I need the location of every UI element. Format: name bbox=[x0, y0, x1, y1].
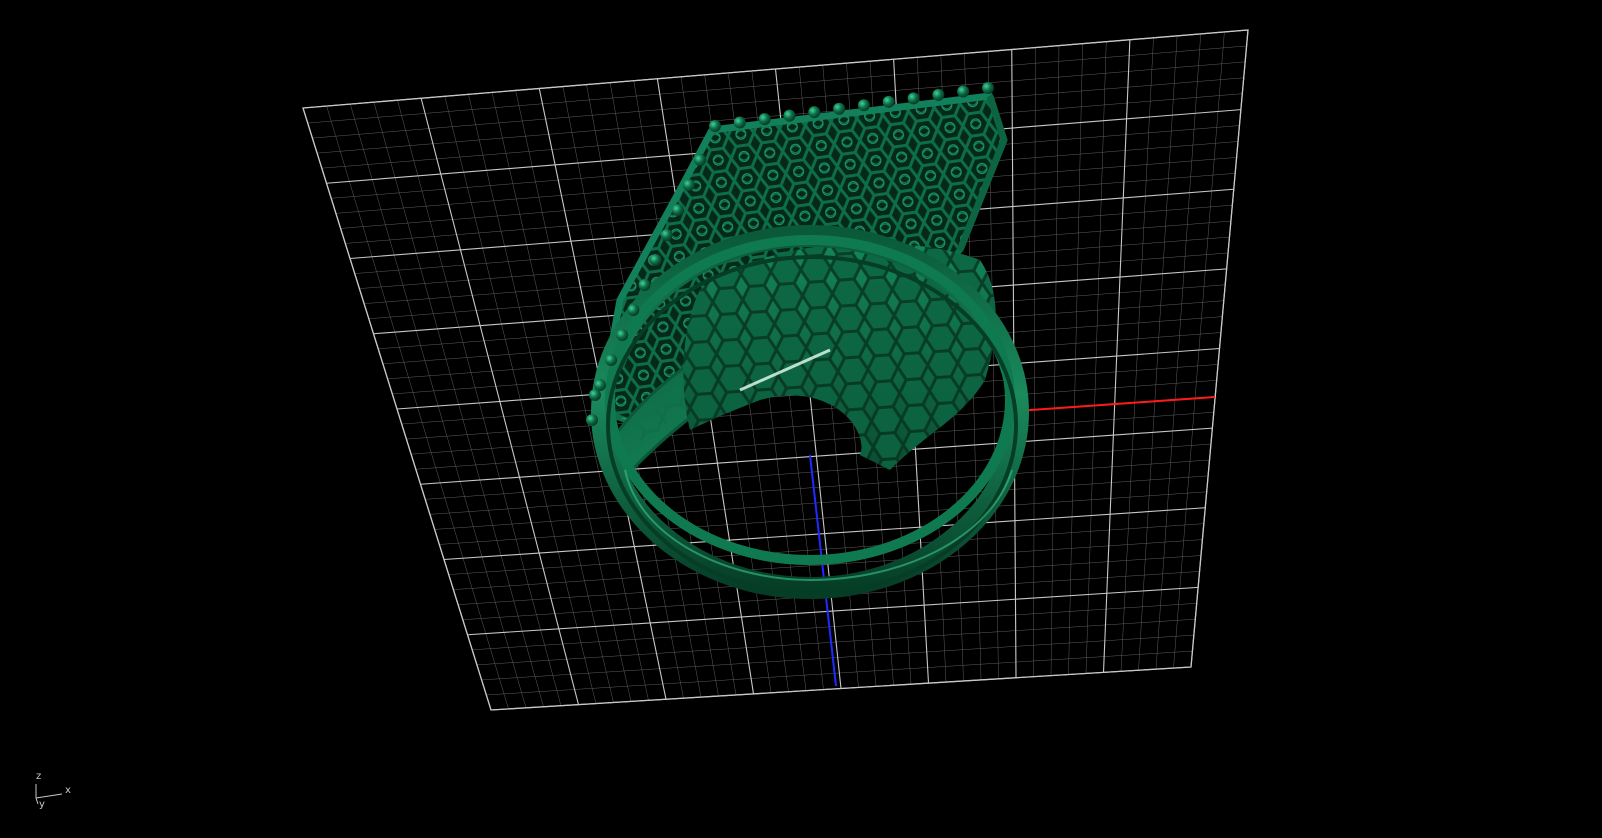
world-x-axis-line bbox=[1016, 396, 1216, 412]
ring-bead bbox=[907, 92, 920, 105]
ring-bead bbox=[660, 229, 673, 241]
ring-bead bbox=[682, 179, 695, 191]
ring-bead bbox=[932, 88, 945, 101]
perspective-scene[interactable] bbox=[0, 0, 1602, 838]
ring-bead bbox=[882, 95, 895, 108]
ring-bead bbox=[808, 106, 821, 119]
ring-bead bbox=[605, 354, 618, 366]
ring-bead bbox=[694, 154, 706, 166]
axis-triad: z x y bbox=[30, 772, 90, 832]
ring-bead bbox=[627, 304, 640, 316]
grid-major-line bbox=[420, 427, 1213, 485]
triad-y-label: y bbox=[39, 799, 45, 810]
ring-bead bbox=[982, 82, 994, 94]
ring-bead bbox=[649, 254, 662, 266]
ring-bead bbox=[671, 204, 684, 216]
ring-bead bbox=[638, 279, 651, 291]
triad-z-label: z bbox=[36, 771, 42, 782]
ring-model[interactable] bbox=[586, 82, 1029, 599]
world-y-axis-line bbox=[809, 454, 837, 687]
ring-bead bbox=[616, 329, 629, 341]
ring-bead bbox=[833, 102, 846, 115]
ring-bead bbox=[758, 113, 771, 126]
ring-bead bbox=[857, 99, 870, 112]
ring-bead bbox=[589, 389, 601, 401]
triad-x-label: x bbox=[65, 785, 71, 796]
ring-bead bbox=[783, 109, 796, 122]
grid-major-line bbox=[443, 507, 1206, 561]
ring-bead bbox=[733, 116, 746, 129]
ring-bead bbox=[709, 120, 721, 132]
3d-viewport[interactable]: z x y bbox=[0, 0, 1602, 838]
ring-bead bbox=[957, 85, 970, 98]
ring-bead bbox=[586, 414, 598, 426]
